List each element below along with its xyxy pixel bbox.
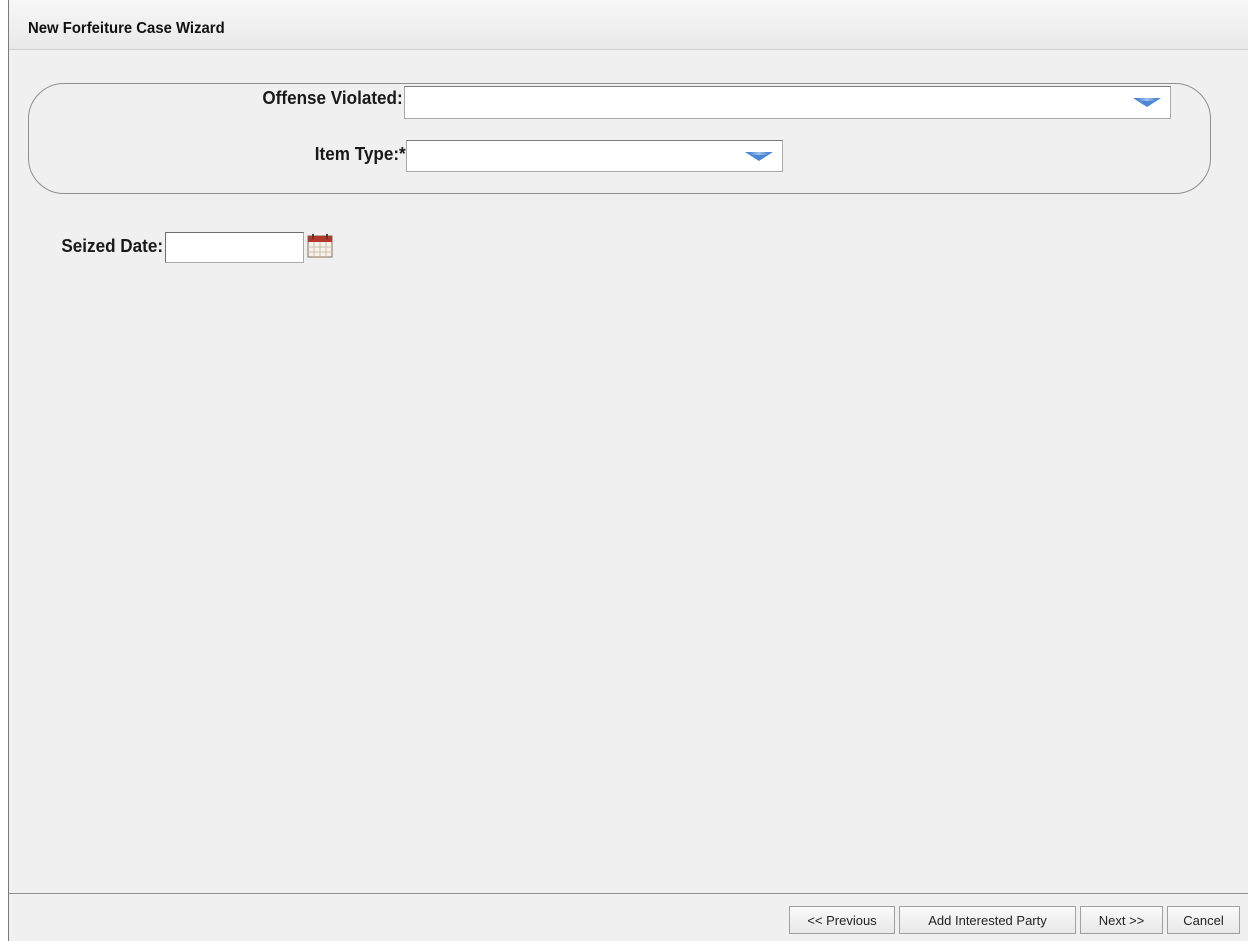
item-type-label: Item Type:* bbox=[315, 144, 406, 164]
window-title: New Forfeiture Case Wizard bbox=[28, 20, 225, 37]
cancel-button[interactable]: Cancel bbox=[1167, 906, 1240, 934]
window-left-edge bbox=[0, 0, 9, 941]
wizard-window: New Forfeiture Case Wizard Offense Viola… bbox=[0, 0, 1248, 941]
item-type-combobox[interactable] bbox=[406, 140, 783, 172]
seized-date-input[interactable] bbox=[165, 232, 304, 263]
title-bar: New Forfeiture Case Wizard bbox=[9, 0, 1248, 50]
calendar-icon[interactable] bbox=[307, 233, 333, 259]
seized-date-label: Seized Date: bbox=[61, 236, 163, 256]
wizard-button-bar: << Previous Add Interested Party Next >>… bbox=[9, 893, 1248, 941]
chevron-down-icon[interactable] bbox=[745, 152, 773, 161]
next-button[interactable]: Next >> bbox=[1080, 906, 1163, 934]
offense-violated-label: Offense Violated: bbox=[262, 88, 403, 108]
chevron-down-icon[interactable] bbox=[1133, 98, 1161, 107]
offense-violated-combobox[interactable] bbox=[404, 86, 1171, 119]
previous-button[interactable]: << Previous bbox=[789, 906, 895, 934]
add-interested-party-button[interactable]: Add Interested Party bbox=[899, 906, 1076, 934]
